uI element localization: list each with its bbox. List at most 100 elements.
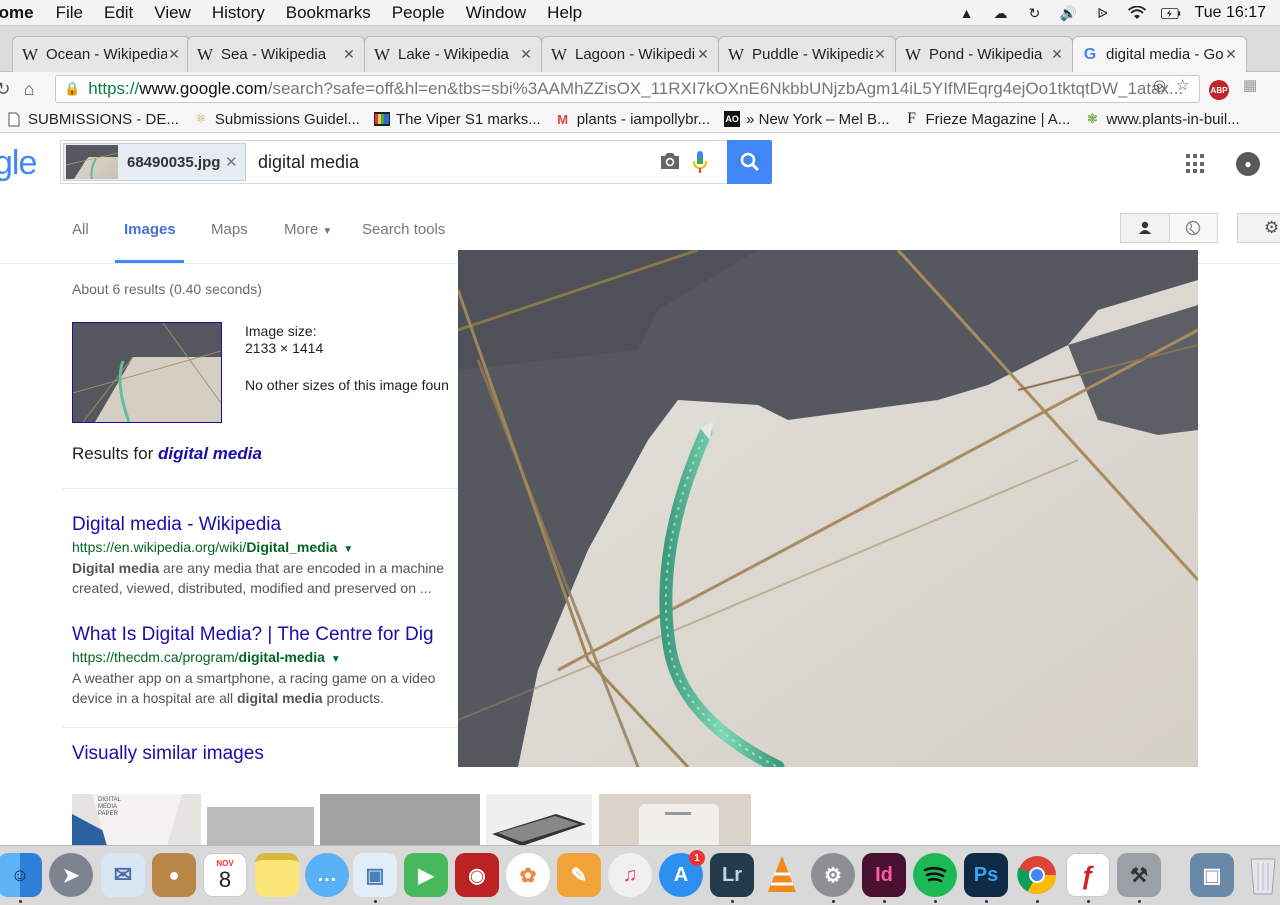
- warning-icon[interactable]: ▲: [957, 5, 977, 21]
- acrobat-icon[interactable]: ƒ: [1066, 853, 1110, 897]
- mail-icon[interactable]: ✉: [101, 853, 145, 897]
- result-title-link[interactable]: What Is Digital Media? | The Centre for …: [72, 624, 462, 646]
- bookmark-star-icon[interactable]: ☆: [1176, 76, 1189, 94]
- microphone-icon[interactable]: [693, 149, 707, 175]
- extension-icon[interactable]: ▦: [1243, 76, 1257, 94]
- bookmark-submissions-guidelines[interactable]: ⚛ Submissions Guidel...: [193, 111, 360, 128]
- tab-lagoon[interactable]: W Lagoon - Wikipedia ✕: [541, 36, 719, 72]
- query-image-thumbnail[interactable]: [72, 322, 222, 423]
- bookmark-plants-gmail[interactable]: M plants - iampollybr...: [555, 111, 710, 128]
- notifications-bell-icon[interactable]: ●: [1236, 152, 1260, 176]
- address-bar[interactable]: 🔒 https:// www.google.com /search?safe=o…: [55, 75, 1200, 103]
- close-tab-icon[interactable]: ✕: [873, 46, 887, 63]
- similar-image-3[interactable]: [320, 794, 480, 846]
- spotify-icon[interactable]: [913, 853, 957, 897]
- bookmark-viper[interactable]: The Viper S1 marks...: [373, 111, 541, 128]
- bookmark-submissions[interactable]: SUBMISSIONS - DE...: [6, 111, 179, 128]
- indesign-icon[interactable]: Id: [862, 853, 906, 897]
- notes-icon[interactable]: [255, 853, 299, 897]
- bookmark-frieze[interactable]: F Frieze Magazine | A...: [904, 110, 1070, 128]
- result-url[interactable]: https://en.wikipedia.org/wiki/Digital_me…: [72, 539, 462, 555]
- app-menu[interactable]: rome: [0, 3, 34, 23]
- search-box[interactable]: 68490035.jpg ✕ digital media: [60, 140, 727, 184]
- tab-more[interactable]: More ▼: [284, 221, 332, 238]
- tab-images[interactable]: Images: [124, 221, 176, 238]
- close-tab-icon[interactable]: ✕: [696, 46, 710, 63]
- tab-puddle[interactable]: W Puddle - Wikipedia ✕: [718, 36, 896, 72]
- volume-icon[interactable]: 🔊: [1059, 5, 1079, 21]
- google-logo[interactable]: gle: [0, 144, 37, 183]
- wifi-icon[interactable]: [1127, 5, 1147, 21]
- similar-image-1[interactable]: DIGITAL MEDIA PAPER: [72, 794, 201, 846]
- image-preview-overlay[interactable]: [458, 250, 1198, 767]
- tab-search-tools[interactable]: Search tools: [362, 221, 445, 238]
- calendar-icon[interactable]: NOV 8: [203, 853, 247, 897]
- home-icon[interactable]: ⌂: [18, 79, 40, 100]
- menu-people[interactable]: People: [392, 3, 445, 23]
- camera-icon[interactable]: [659, 152, 681, 176]
- itunes-icon[interactable]: ♫: [608, 853, 652, 897]
- url-dropdown-icon[interactable]: ▼: [331, 654, 341, 665]
- vlc-icon[interactable]: [760, 853, 804, 897]
- facetime-icon[interactable]: ▶: [404, 853, 448, 897]
- similar-image-4[interactable]: [486, 794, 592, 846]
- visually-similar-heading[interactable]: Visually similar images: [72, 743, 264, 765]
- remove-image-icon[interactable]: ✕: [225, 153, 245, 171]
- image-capture-icon[interactable]: ▣: [1190, 853, 1234, 897]
- time-machine-icon[interactable]: ↻: [1025, 5, 1045, 21]
- preview-icon[interactable]: ▣: [353, 853, 397, 897]
- battery-icon[interactable]: [1160, 5, 1181, 21]
- finder-icon[interactable]: ☺: [0, 853, 42, 897]
- google-apps-icon[interactable]: [1186, 154, 1206, 174]
- utility-icon[interactable]: ⚒: [1117, 853, 1161, 897]
- similar-image-5[interactable]: [599, 794, 751, 846]
- tab-pond[interactable]: W Pond - Wikipedia ✕: [895, 36, 1073, 72]
- pages-icon[interactable]: ✎: [557, 853, 601, 897]
- chrome-icon[interactable]: [1015, 853, 1059, 897]
- bookmark-new-york[interactable]: AO » New York – Mel B...: [724, 111, 890, 128]
- similar-image-2[interactable]: [207, 807, 314, 846]
- creative-cloud-icon[interactable]: ☁: [991, 5, 1011, 21]
- result-title-link[interactable]: Digital media - Wikipedia: [72, 514, 462, 536]
- menu-help[interactable]: Help: [547, 3, 582, 23]
- result-url[interactable]: https://thecdm.ca/program/digital-media ▼: [72, 649, 462, 665]
- system-preferences-icon[interactable]: ⚙: [811, 853, 855, 897]
- search-button[interactable]: [727, 140, 772, 184]
- menu-edit[interactable]: Edit: [104, 3, 133, 23]
- globe-icon[interactable]: [1168, 214, 1217, 242]
- tab-all[interactable]: All: [72, 221, 89, 238]
- close-tab-icon[interactable]: ✕: [1050, 46, 1064, 63]
- personal-results-icon[interactable]: [1121, 214, 1169, 242]
- adblock-plus-icon[interactable]: ABP: [1209, 80, 1229, 100]
- clock[interactable]: Tue 16:17: [1195, 4, 1266, 22]
- menu-history[interactable]: History: [212, 3, 265, 23]
- menu-window[interactable]: Window: [466, 3, 526, 23]
- trash-icon[interactable]: [1241, 853, 1280, 897]
- search-image-chip[interactable]: 68490035.jpg ✕: [63, 143, 246, 181]
- close-tab-icon[interactable]: ✕: [519, 46, 533, 63]
- close-tab-icon[interactable]: ✕: [342, 46, 356, 63]
- photos-icon[interactable]: ✿: [506, 853, 550, 897]
- tab-digital-media-google[interactable]: G digital media - Google ✕: [1072, 36, 1247, 72]
- contacts-icon[interactable]: ●: [152, 853, 196, 897]
- location-icon[interactable]: ◎: [1153, 76, 1166, 94]
- settings-gear-icon[interactable]: ⚙: [1237, 213, 1280, 243]
- tab-lake[interactable]: W Lake - Wikipedia ✕: [364, 36, 542, 72]
- menu-file[interactable]: File: [56, 3, 83, 23]
- menu-view[interactable]: View: [154, 3, 191, 23]
- tab-ocean[interactable]: W Ocean - Wikipedia ✕: [12, 36, 190, 72]
- bookmark-plants-in-buildings[interactable]: ❃ www.plants-in-buil...: [1084, 111, 1240, 128]
- tab-maps[interactable]: Maps: [211, 221, 248, 238]
- photobooth-icon[interactable]: ◉: [455, 853, 499, 897]
- photoshop-icon[interactable]: Ps: [964, 853, 1008, 897]
- launchpad-icon[interactable]: ➤: [49, 853, 93, 897]
- messages-icon[interactable]: …: [305, 853, 349, 897]
- lightroom-icon[interactable]: Lr: [710, 853, 754, 897]
- bluetooth-icon[interactable]: ᐉ: [1093, 5, 1113, 21]
- menu-bookmarks[interactable]: Bookmarks: [286, 3, 371, 23]
- url-dropdown-icon[interactable]: ▼: [343, 544, 353, 555]
- results-for-query-link[interactable]: digital media: [158, 444, 262, 463]
- close-tab-icon[interactable]: ✕: [1224, 46, 1238, 63]
- tab-sea[interactable]: W Sea - Wikipedia ✕: [187, 36, 365, 72]
- close-tab-icon[interactable]: ✕: [167, 46, 181, 63]
